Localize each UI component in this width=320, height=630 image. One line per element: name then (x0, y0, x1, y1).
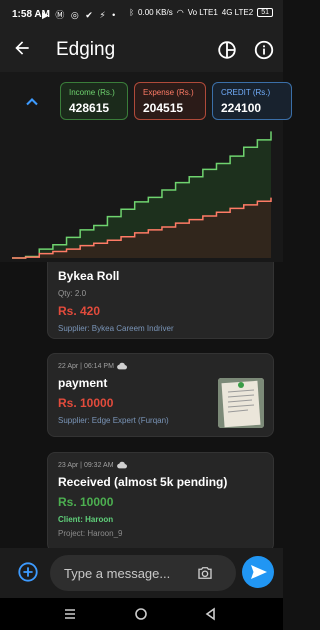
message-meta: 22 Apr | 06:14 PM (58, 362, 263, 370)
message-bubble[interactable]: 23 Apr | 09:32 AM Received (almost 5k pe… (47, 452, 274, 548)
camera-icon (198, 567, 212, 579)
page-title: Edging (56, 39, 116, 60)
chevron-up-icon (26, 98, 38, 106)
expense-card[interactable]: Expense (Rs.) 204515 (134, 82, 206, 120)
collapse-button[interactable] (22, 92, 42, 112)
message-supplier: Supplier: Bykea Careem Indriver (58, 324, 174, 333)
expense-label: Expense (Rs.) (143, 88, 194, 97)
message-project: Project: Haroon_9 (58, 529, 123, 538)
income-card[interactable]: Income (Rs.) 428615 (60, 82, 128, 120)
add-circle-icon (18, 562, 38, 582)
bluetooth-icon: ᛒ (129, 8, 135, 17)
back-nav-button[interactable] (203, 606, 219, 622)
message-amount: Rs. 420 (58, 304, 101, 318)
network-speed: 0.00 KB/s (138, 8, 173, 17)
receipt-thumbnail[interactable] (218, 378, 264, 428)
arrow-left-icon (15, 41, 29, 55)
expense-value: 204515 (143, 101, 184, 115)
message-timestamp: 22 Apr | 06:14 PM (58, 362, 114, 370)
credit-value: 224100 (221, 101, 262, 115)
send-icon (251, 565, 267, 579)
circle-icon (135, 608, 147, 620)
app-bar: Edging (0, 30, 283, 72)
trend-chart (12, 131, 272, 259)
message-amount: Rs. 10000 (58, 495, 114, 509)
triangle-back-icon (205, 607, 215, 621)
message-bubble[interactable]: 22 Apr | 06:14 PM payment Rs. 10000 Supp… (47, 353, 274, 437)
add-button[interactable] (17, 561, 39, 583)
income-label: Income (Rs.) (69, 88, 115, 97)
info-icon (254, 40, 274, 60)
pie-chart-icon (218, 41, 236, 59)
status-indicators: ᛒ 0.00 KB/s ◠ Vo LTE1 4G LTE2 51 (129, 8, 273, 17)
wifi-icon: ◠ (176, 8, 184, 17)
message-title: Bykea Roll (58, 269, 120, 283)
notification-icons: ▶ Ⓜ ◎ ✔ ⚡ • (42, 10, 118, 20)
credit-label: CREDIT (Rs.) (221, 88, 271, 97)
signal-1: Vo LTE1 (187, 8, 218, 17)
message-timestamp: 23 Apr | 09:32 AM (58, 461, 114, 469)
info-button[interactable] (253, 39, 275, 61)
receipt-image-icon (218, 378, 264, 428)
message-list: Bykea Roll Qty: 2.0 Rs. 420 Supplier: By… (0, 262, 283, 548)
battery-icon: 51 (257, 8, 273, 17)
income-value: 428615 (69, 101, 110, 115)
camera-button[interactable] (196, 564, 214, 582)
send-button[interactable] (242, 556, 274, 588)
message-composer (0, 548, 283, 598)
message-bubble[interactable]: Bykea Roll Qty: 2.0 Rs. 420 Supplier: By… (47, 262, 274, 339)
system-nav-bar (0, 598, 283, 630)
signal-2: 4G LTE2 (221, 8, 254, 17)
message-meta: 23 Apr | 09:32 AM (58, 461, 263, 469)
pie-chart-button[interactable] (216, 39, 238, 61)
message-client: Client: Haroon (58, 515, 114, 524)
recents-button[interactable] (62, 606, 78, 622)
status-bar: 1:58 AM ▶ Ⓜ ◎ ✔ ⚡ • ᛒ 0.00 KB/s ◠ Vo LTE… (0, 0, 283, 30)
back-button[interactable] (10, 38, 34, 62)
cloud-done-icon (116, 461, 127, 469)
message-qty: Qty: 2.0 (58, 289, 87, 298)
home-button[interactable] (133, 606, 149, 622)
credit-card[interactable]: CREDIT (Rs.) 224100 (212, 82, 292, 120)
summary-panel: Income (Rs.) 428615 Expense (Rs.) 204515… (0, 72, 292, 262)
menu-icon (65, 609, 75, 619)
message-title: Received (almost 5k pending) (58, 475, 228, 489)
cloud-done-icon (117, 362, 127, 370)
